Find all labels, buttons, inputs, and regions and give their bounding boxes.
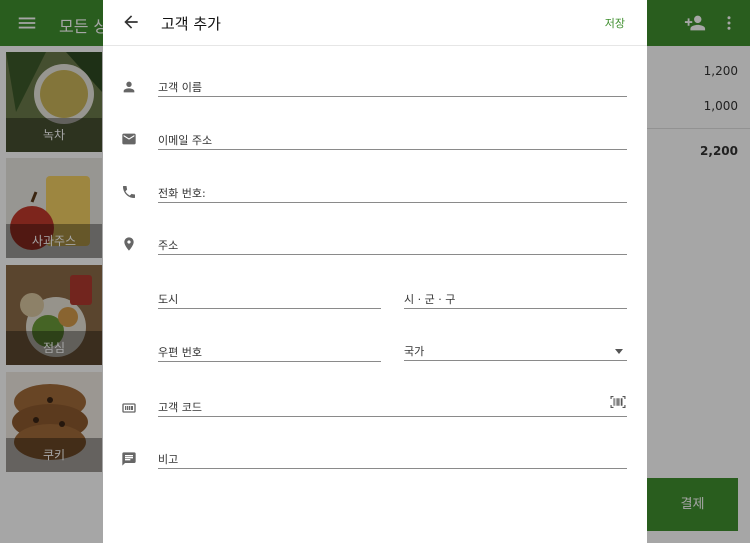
phone-field[interactable]: 전화 번호:: [158, 183, 627, 203]
field-placeholder: 시 · 군 · 구: [404, 293, 456, 306]
field-placeholder: 국가: [404, 345, 425, 358]
comment-icon: [122, 452, 136, 466]
district-field[interactable]: 시 · 군 · 구: [404, 289, 627, 309]
dropdown-arrow-icon: [615, 349, 623, 354]
customer-name-field[interactable]: 고객 이름: [158, 77, 627, 97]
note-field[interactable]: 비고: [158, 449, 627, 469]
email-field[interactable]: 이메일 주소: [158, 130, 627, 150]
add-customer-dialog: 고객 추가 저장 고객 이름 이메일 주소 전화 번호: 주소 도시 시 · 군…: [103, 0, 647, 543]
email-icon: [122, 133, 136, 145]
barcode-scan-icon[interactable]: [609, 393, 627, 411]
phone-icon: [123, 186, 135, 198]
field-placeholder: 비고: [158, 453, 179, 466]
field-placeholder: 우편 번호: [158, 346, 202, 359]
postal-code-field[interactable]: 우편 번호: [158, 342, 381, 362]
customer-code-field[interactable]: 고객 코드: [158, 396, 627, 417]
city-field[interactable]: 도시: [158, 289, 381, 309]
save-button[interactable]: 저장: [605, 15, 625, 31]
id-card-icon: [122, 403, 136, 413]
field-placeholder: 전화 번호:: [158, 187, 206, 200]
location-pin-icon: [124, 237, 134, 251]
field-placeholder: 고객 이름: [158, 81, 202, 94]
field-placeholder: 도시: [158, 293, 179, 306]
arrow-left-icon[interactable]: [121, 12, 141, 32]
person-icon: [123, 81, 135, 93]
dialog-title: 고객 추가: [161, 15, 221, 33]
field-placeholder: 고객 코드: [158, 401, 202, 414]
dialog-header: 고객 추가 저장: [103, 0, 647, 46]
country-select[interactable]: 국가: [404, 341, 627, 361]
address-field[interactable]: 주소: [158, 235, 627, 255]
field-placeholder: 주소: [158, 239, 179, 252]
field-placeholder: 이메일 주소: [158, 134, 213, 147]
